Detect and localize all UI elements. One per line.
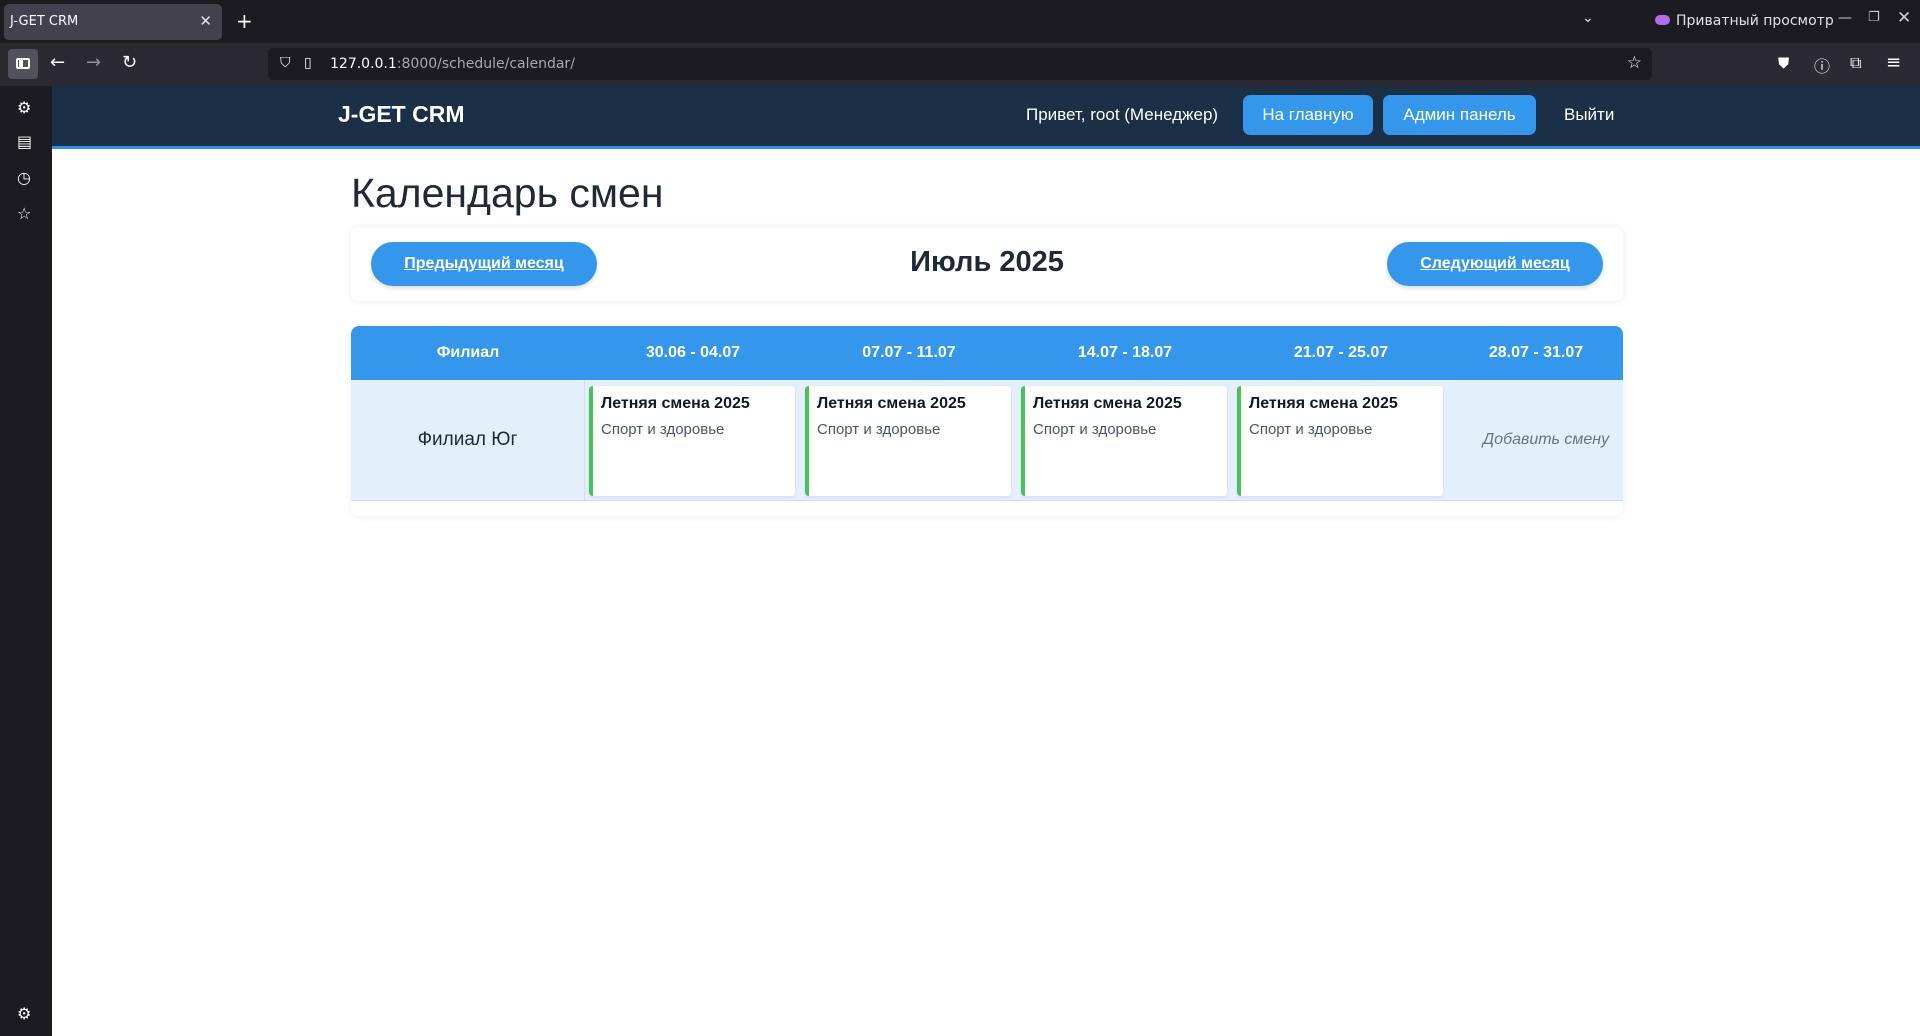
window-restore-icon[interactable]: ❐ [1868, 10, 1880, 25]
ai-chatbot-icon[interactable]: ⚙ [17, 98, 31, 117]
browser-sidebar: ⚙ ▤ ◷ ☆ [0, 86, 52, 1036]
site-logo[interactable]: J-GET CRM [338, 101, 465, 128]
shift-title: Летняя смена 2025 [1033, 395, 1182, 412]
site-header: J-GET CRM Привет, root (Менеджер) На гла… [52, 86, 1920, 149]
bookmarks-star-icon[interactable]: ☆ [17, 204, 31, 223]
shift-title: Летняя смена 2025 [1249, 395, 1398, 412]
column-header-week: 14.07 - 18.07 [1077, 344, 1173, 361]
table-row: Филиал Юг Летняя смена 2025 Спорт и здор… [351, 380, 1623, 501]
synced-tabs-icon[interactable]: ▤ [17, 132, 32, 151]
sidebar-icon [16, 58, 30, 69]
window-close-icon[interactable]: ✕ [1897, 8, 1911, 28]
browser-tab[interactable]: J-GET CRM ✕ [4, 4, 222, 40]
url-path: :8000/schedule/calendar/ [396, 56, 575, 72]
shift-title: Летняя смена 2025 [601, 395, 750, 412]
history-clock-icon[interactable]: ◷ [17, 168, 31, 187]
private-browsing-icon [1655, 15, 1670, 25]
browser-tab-strip: J-GET CRM ✕ + ⌄ Приватный просмотр — ❐ ✕ [0, 0, 1920, 43]
back-arrow-icon[interactable]: ← [50, 52, 65, 73]
pocket-icon[interactable]: ⛊ [1778, 54, 1789, 72]
shift-calendar-table: Филиал 30.06 - 04.07 07.07 - 11.07 14.07… [351, 326, 1623, 516]
column-header-week: 07.07 - 11.07 [862, 344, 956, 361]
sidebar-toggle-button[interactable] [8, 49, 38, 79]
tab-title: J-GET CRM [10, 14, 79, 29]
month-navigation: Предыдущий месяц Июль 2025 Следующий мес… [351, 227, 1623, 301]
calendar-header-row: Филиал 30.06 - 04.07 07.07 - 11.07 14.07… [351, 326, 1623, 380]
column-header-week: 28.07 - 31.07 [1488, 344, 1584, 361]
private-browsing-label: Приватный просмотр [1676, 13, 1834, 29]
menu-icon[interactable]: ≡ [1886, 52, 1901, 73]
bookmark-star-icon[interactable]: ☆ [1627, 53, 1642, 73]
shift-card[interactable]: Летняя смена 2025 Спорт и здоровье [1021, 386, 1227, 496]
page-info-icon[interactable]: ▯ [304, 55, 312, 71]
sidebar-settings-icon[interactable]: ⚙ [17, 1004, 31, 1023]
logout-link[interactable]: Выйти [1564, 105, 1614, 125]
shift-card[interactable]: Летняя смена 2025 Спорт и здоровье [589, 386, 795, 496]
tracking-shield-icon[interactable]: ⛉ [280, 55, 291, 71]
new-tab-button[interactable]: + [236, 9, 253, 33]
shift-card[interactable]: Летняя смена 2025 Спорт и здоровье [805, 386, 1011, 496]
shift-title: Летняя смена 2025 [817, 395, 966, 412]
shift-subtitle: Спорт и здоровье [1249, 421, 1373, 438]
reload-icon[interactable]: ↻ [122, 52, 137, 73]
address-bar[interactable]: ⛉ ▯ 127.0.0.1:8000/schedule/calendar/ ☆ [268, 48, 1652, 80]
shift-card[interactable]: Летняя смена 2025 Спорт и здоровье [1237, 386, 1443, 496]
admin-panel-button[interactable]: Админ панель [1383, 95, 1536, 135]
tab-close-icon[interactable]: ✕ [199, 12, 212, 30]
window-minimize-icon[interactable]: — [1838, 10, 1852, 26]
add-shift-link[interactable]: Добавить смену [1469, 380, 1623, 500]
shift-subtitle: Спорт и здоровье [1033, 421, 1157, 438]
column-header-week: 21.07 - 25.07 [1293, 344, 1389, 361]
tab-list-chevron-icon[interactable]: ⌄ [1582, 10, 1594, 26]
page-title: Календарь смен [351, 170, 664, 216]
user-greeting: Привет, root (Менеджер) [1026, 105, 1219, 124]
web-page: J-GET CRM Привет, root (Менеджер) На гла… [52, 86, 1920, 1036]
url-host: 127.0.0.1 [330, 56, 397, 72]
url-text[interactable]: 127.0.0.1:8000/schedule/calendar/ [330, 56, 575, 72]
shift-subtitle: Спорт и здоровье [601, 421, 725, 438]
next-month-button[interactable]: Следующий месяц [1387, 242, 1603, 286]
extensions-icon[interactable]: ⧉ [1850, 53, 1861, 73]
shift-subtitle: Спорт и здоровье [817, 421, 941, 438]
info-icon[interactable]: ⓘ [1814, 53, 1830, 77]
forward-arrow-icon[interactable]: → [86, 52, 101, 73]
home-button[interactable]: На главную [1243, 95, 1373, 135]
column-header-week: 30.06 - 04.07 [645, 344, 741, 361]
browser-navigation-bar: ← → ↻ ⛉ ▯ 127.0.0.1:8000/schedule/calend… [0, 43, 1920, 86]
column-header-branch: Филиал [436, 344, 500, 361]
branch-name-cell: Филиал Юг [351, 380, 585, 500]
